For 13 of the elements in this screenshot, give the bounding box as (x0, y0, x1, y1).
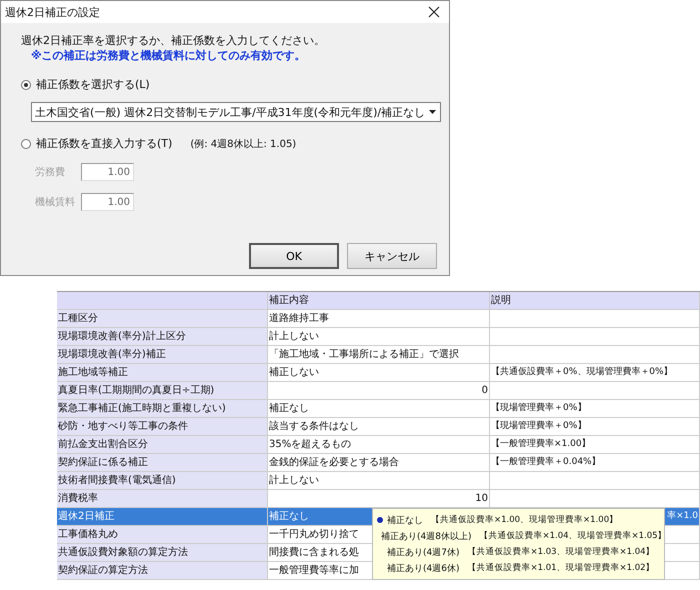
table-cell: 【現場管理費率＋0%】 (490, 400, 700, 418)
instruction-text: 週休2日補正率を選択するか、補正係数を入力してください。 (21, 33, 326, 48)
table-cell: 【現場管理費率＋0%】 (490, 418, 700, 436)
window-title: 週休2日補正の設定 (5, 4, 100, 20)
table-cell: 【一般管理費率×1.00】 (490, 436, 700, 454)
field-label: 労務費 (35, 166, 66, 179)
header-cell: 説明 (490, 292, 700, 310)
header-cell: 補正内容 (268, 292, 490, 310)
note-text: ※この補正は労務費と機械賃料に対してのみ有効です。 (31, 48, 307, 63)
table-cell: 【一般管理費率＋0.04%】 (490, 454, 700, 472)
example-text: (例: 4週8休以上: 1.05) (190, 138, 296, 150)
table-cell: 【共通仮設費率＋0%、現場管理費率＋0%】 (490, 364, 700, 382)
field-label: 機械賃料 (35, 196, 76, 209)
